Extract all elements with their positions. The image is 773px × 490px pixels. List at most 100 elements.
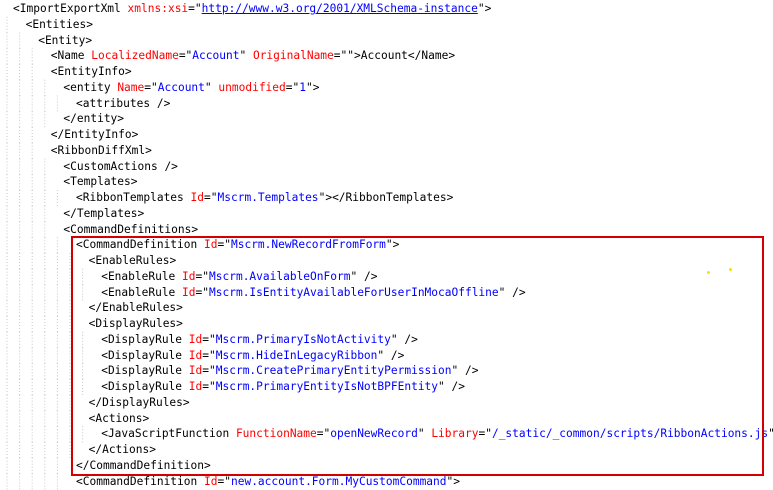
code-line[interactable]: <EntityInfo> [51,64,132,80]
tag-name: CommandDefinition [89,458,204,472]
tag-open-bracket: < [13,2,20,15]
code-line[interactable]: </EntityInfo> [51,127,139,143]
tag-open-bracket: < [101,332,108,346]
code-line[interactable]: <DisplayRules> [89,316,183,332]
attribute-url: http://www.w3.org/2001/XMLSchema-instanc… [201,2,478,15]
tag-open-bracket: < [50,143,58,157]
tag-end: /> [384,348,405,362]
attribute-name: Id [190,191,205,204]
tag-open-bracket: </ [63,206,77,220]
code-line[interactable]: </EnableRules> [89,300,183,316]
attribute-name: Id [188,364,203,378]
tag-end: > [392,238,400,252]
code-line[interactable]: <CommandDefinition Id="new.account.Form.… [76,474,460,490]
tag-open-bracket: < [101,380,108,393]
code-line[interactable]: </entity> [63,111,124,127]
closing-tag: </RibbonTemplates> [332,191,454,204]
attribute-name: Id [188,332,203,346]
code-line[interactable]: <Templates> [63,174,137,190]
tag-open-bracket: < [50,65,58,78]
tag-end: > [204,458,211,472]
tag-name: ImportExportXml [19,2,121,15]
code-line[interactable]: <DisplayRule Id="Mscrm.HideInLegacyRibbo… [101,348,404,364]
code-line[interactable]: <DisplayRule Id="Mscrm.PrimaryIsNotActiv… [101,332,418,348]
attribute-name: OriginalName [252,49,334,63]
sparkle-mark [729,268,732,271]
tag-open-bracket: < [76,238,83,252]
tag-end: > [85,33,93,47]
tag-name: Actions [95,411,143,425]
attribute-name: Id [182,285,196,299]
attribute-value: Mscrm.AvailableOnForm [209,269,351,283]
code-line[interactable]: <Entities> [26,17,93,33]
attribute-name: Id [204,474,218,488]
tag-name: Templates [76,206,138,220]
attribute-value: Mscrm.PrimaryIsNotActivity [215,332,391,346]
tag-name: attributes [82,96,151,110]
attribute-value: Mscrm.Templates [217,191,319,204]
attribute-name: Id [188,348,203,362]
attribute-value: Mscrm.PrimaryEntityIsNotBPFEntity [215,380,439,393]
tag-end: > [169,254,177,267]
code-line[interactable]: <CommandDefinitions> [63,222,198,238]
tag-name: DisplayRule [107,380,183,393]
tag-end: > [142,411,150,425]
tag-end: > [131,128,139,141]
tag-name: EnableRule [107,269,176,283]
tag-name: Entities [32,17,87,31]
attribute-value: openNewRecord [330,427,418,441]
code-line[interactable]: <ImportExportXml xmlns:xsi="http://www.w… [13,1,491,17]
tag-name: EnableRules [95,254,170,267]
code-line[interactable]: <RibbonDiffXml> [51,143,152,159]
tag-name: RibbonTemplates [82,191,184,204]
tag-end: > [484,2,492,15]
code-line[interactable]: <Entity> [38,33,92,49]
tag-name: DisplayRule [107,332,183,346]
code-line[interactable]: <Actions> [89,411,150,427]
tag-end: > [176,317,183,330]
code-line[interactable]: </Actions> [89,442,156,458]
tag-end: /> [357,269,378,283]
code-line[interactable]: <DisplayRule Id="Mscrm.CreatePrimaryEnti… [101,363,478,379]
closing-tag: </Name> [407,49,456,63]
tag-end: > [137,206,145,220]
code-line[interactable]: <EnableRule Id="Mscrm.AvailableOnForm" /… [101,269,377,285]
tag-open-bracket: </ [76,458,90,472]
tag-name: EntityInfo [64,128,132,141]
tag-open-bracket: < [101,348,108,362]
tag-open-bracket: </ [63,112,77,126]
tag-end: /> [150,96,171,110]
element-text: Account [360,49,408,63]
tag-end: /> [444,380,465,393]
attribute-value: Mscrm.IsEntityAvailableForUserInMocaOffl… [209,285,499,299]
attribute-name: Id [188,380,203,393]
tag-end: > [86,17,93,31]
attribute-value: Mscrm.CreatePrimaryEntityPermission [215,364,452,378]
code-line[interactable]: </Templates> [63,206,144,222]
tag-open-bracket: < [50,49,58,63]
attribute-value: Account [157,80,205,94]
code-line[interactable]: </DisplayRules> [89,395,190,411]
tag-open-bracket: < [76,474,83,488]
code-line[interactable]: <JavaScriptFunction FunctionName="openNe… [101,426,773,442]
sparkle-mark [707,271,710,274]
code-line[interactable]: <CommandDefinition Id="Mscrm.NewRecordFr… [76,237,399,253]
code-line[interactable]: <attributes /> [76,96,170,112]
tag-end: /> [157,159,178,173]
tag-open-bracket: </ [88,443,103,456]
code-line[interactable]: <RibbonTemplates Id="Mscrm.Templates"></… [76,190,453,206]
code-line[interactable]: <EnableRule Id="Mscrm.IsEntityAvailableF… [101,285,525,301]
code-line[interactable]: <EnableRules> [89,253,177,269]
code-line[interactable]: <entity Name="Account" unmodified="1"> [63,80,319,96]
tag-name: DisplayRules [102,395,183,409]
code-line[interactable]: <DisplayRule Id="Mscrm.PrimaryEntityIsNo… [101,379,465,395]
tag-name: entity [76,112,118,126]
code-line[interactable]: <CustomActions /> [63,159,178,175]
code-line[interactable]: </CommandDefinition> [76,458,211,474]
attribute-value: Mscrm.HideInLegacyRibbon [215,348,378,362]
attribute-name: Id [204,238,218,252]
attribute-name: xmlns:xsi [127,2,189,15]
xml-editor[interactable]: <ImportExportXml xmlns:xsi="http://www.w… [0,0,773,490]
tag-name: JavaScriptFunction [107,427,230,441]
code-line[interactable]: <Name LocalizedName="Account" OriginalNa… [51,48,455,64]
